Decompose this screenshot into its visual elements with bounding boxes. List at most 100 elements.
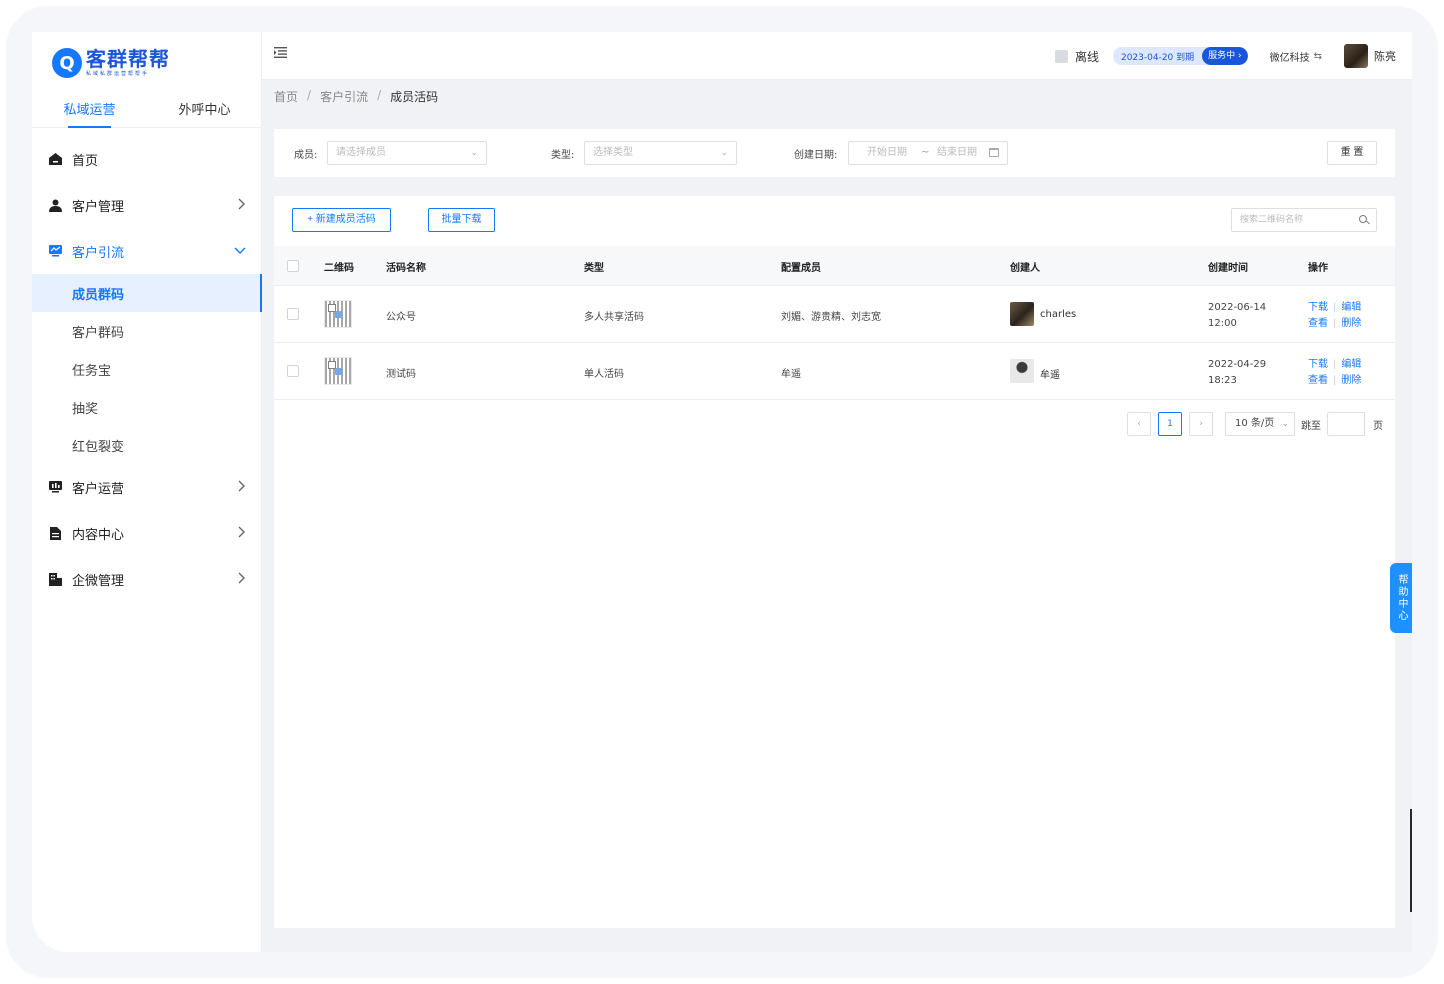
scrollbar[interactable] <box>1410 809 1412 912</box>
sidebar: Q 客群帮帮 私域私群运营帮帮手 私域运营 外呼中心 首页 客户管理 客户引流 … <box>32 32 262 952</box>
search-input[interactable] <box>1232 209 1352 231</box>
tab-outbound-center[interactable]: 外呼中心 <box>147 96 262 127</box>
user-name[interactable]: 陈亮 <box>1374 48 1396 64</box>
chevron-right-icon <box>238 572 246 587</box>
member-select[interactable]: 请选择成员 ⌄ <box>327 141 487 165</box>
menu-item-home[interactable]: 首页 <box>32 136 262 182</box>
download-link[interactable]: 下载 <box>1308 359 1328 370</box>
submenu-group-qr[interactable]: 客户群码 <box>32 312 262 350</box>
next-page-button[interactable]: › <box>1189 412 1213 436</box>
user-icon <box>48 198 62 212</box>
col-created-time: 创建时间 <box>1208 263 1248 274</box>
qr-code-thumbnail[interactable] <box>324 300 352 328</box>
creator-avatar <box>1010 359 1034 383</box>
breadcrumb-separator: / <box>377 88 382 102</box>
search-icon[interactable] <box>1359 215 1367 223</box>
switch-company-icon[interactable]: ⇆ <box>1314 51 1322 62</box>
menu-label: 首页 <box>72 153 99 169</box>
jump-page-input[interactable] <box>1327 412 1365 436</box>
type-filter-label: 类型: <box>551 150 575 161</box>
created-time: 18:23 <box>1208 375 1237 386</box>
module-tabs: 私域运营 外呼中心 <box>32 96 262 128</box>
edit-link[interactable]: 编辑 <box>1341 359 1361 370</box>
page-size-value: 10 条/页 <box>1235 418 1275 429</box>
prev-page-button[interactable]: ‹ <box>1127 412 1151 436</box>
submenu-red-packet[interactable]: 红包裂变 <box>32 426 262 464</box>
creator-name: 牟遥 <box>1040 370 1060 381</box>
row-checkbox[interactable] <box>287 308 299 320</box>
edit-link[interactable]: 编辑 <box>1341 302 1361 313</box>
qr-table-panel: + 新建成员活码 批量下载 二维码 活码名称 类型 配置成员 创建人 创建时间 … <box>274 196 1395 928</box>
member-select-placeholder: 请选择成员 <box>336 147 386 158</box>
building-icon <box>48 572 62 586</box>
pagination: ‹ 1 › 10 条/页 ⌄ 跳至 页 <box>1127 412 1383 436</box>
qr-type: 单人活码 <box>584 369 624 380</box>
download-link[interactable]: 下载 <box>1308 302 1328 313</box>
chevron-down-icon <box>234 244 246 258</box>
logo-subtitle: 私域私群运营帮帮手 <box>86 71 150 77</box>
breadcrumb: 首页 / 客户引流 / 成员活码 <box>274 88 438 105</box>
submenu-task-treasure[interactable]: 任务宝 <box>32 350 262 388</box>
online-status: 离线 <box>1074 49 1099 64</box>
submenu-member-qr[interactable]: 成员群码 <box>32 274 262 312</box>
view-link[interactable]: 查看 <box>1308 318 1328 329</box>
service-status-button[interactable]: 服务中 › <box>1202 47 1248 65</box>
chevron-down-icon: ⌄ <box>720 148 728 158</box>
qr-name: 测试码 <box>386 369 416 380</box>
chevron-right-icon <box>238 198 246 213</box>
menu-item-customer-operations[interactable]: 客户运营 <box>32 464 262 510</box>
col-creator: 创建人 <box>1010 263 1040 274</box>
table-row: 测试码 单人活码 牟遥 牟遥 2022-04-29 18:23 下载 | 编辑 查看… <box>274 343 1395 400</box>
company-name[interactable]: 微亿科技 <box>1270 49 1310 64</box>
jump-label: 跳至 <box>1301 420 1321 432</box>
type-select[interactable]: 选择类型 ⌄ <box>584 141 737 165</box>
view-link[interactable]: 查看 <box>1308 375 1328 386</box>
logo-title: 客群帮帮 <box>86 47 170 71</box>
qr-type: 多人共享活码 <box>584 312 644 323</box>
select-all-checkbox[interactable] <box>287 260 299 272</box>
col-qr: 二维码 <box>324 263 354 274</box>
menu-label: 客户引流 <box>72 245 125 261</box>
creator-name: charles <box>1040 309 1077 320</box>
batch-download-button[interactable]: 批量下载 <box>428 208 495 232</box>
breadcrumb-separator: / <box>307 88 312 102</box>
menu-item-customer-acquisition[interactable]: 客户引流 <box>32 228 262 274</box>
menu-label: 客户运营 <box>72 481 125 497</box>
reset-button[interactable]: 重 置 <box>1327 141 1377 165</box>
menu-item-customer-management[interactable]: 客户管理 <box>32 182 262 228</box>
delete-link[interactable]: 删除 <box>1341 318 1361 329</box>
menu-label: 企微管理 <box>72 573 125 589</box>
new-member-qr-button[interactable]: + 新建成员活码 <box>292 208 391 232</box>
menu-item-content-center[interactable]: 内容中心 <box>32 510 262 556</box>
menu-toggle-icon[interactable] <box>274 46 287 62</box>
row-actions: 下载 | 编辑 查看 | 删除 <box>1308 302 1362 329</box>
menu-item-wecom-management[interactable]: 企微管理 <box>32 556 262 602</box>
user-avatar[interactable] <box>1344 44 1368 68</box>
document-icon <box>48 526 62 540</box>
table-header: 二维码 活码名称 类型 配置成员 创建人 创建时间 操作 <box>274 246 1395 286</box>
breadcrumb-customer-acquisition[interactable]: 客户引流 <box>320 88 368 105</box>
help-center-tab[interactable]: 帮助中心 <box>1390 563 1412 633</box>
col-actions: 操作 <box>1308 263 1328 274</box>
filter-panel: 成员: 请选择成员 ⌄ 类型: 选择类型 ⌄ 创建日期: 开始日期 ~ 结束日期… <box>274 129 1395 177</box>
tab-private-ops[interactable]: 私域运营 <box>32 96 147 128</box>
breadcrumb-home[interactable]: 首页 <box>274 88 298 105</box>
end-date-placeholder: 结束日期 <box>937 147 977 158</box>
created-date: 2022-04-29 <box>1208 359 1267 370</box>
created-date: 2022-06-14 <box>1208 302 1267 313</box>
page-size-select[interactable]: 10 条/页 ⌄ <box>1225 412 1295 436</box>
date-range-picker[interactable]: 开始日期 ~ 结束日期 <box>848 141 1008 165</box>
table-row: 公众号 多人共享活码 刘媚、游贵精、刘志宽 charles 2022-06-14… <box>274 286 1395 343</box>
submenu-lottery[interactable]: 抽奖 <box>32 388 262 426</box>
type-select-placeholder: 选择类型 <box>593 147 633 158</box>
chevron-right-icon <box>238 526 246 541</box>
qr-code-thumbnail[interactable] <box>324 357 352 385</box>
delete-link[interactable]: 删除 <box>1341 375 1361 386</box>
col-members: 配置成员 <box>781 263 821 274</box>
top-header: 离线 2023-04-20 到期 服务中 › 微亿科技 ⇆ 陈亮 <box>262 32 1412 80</box>
creator-avatar <box>1010 302 1034 326</box>
monitor-icon <box>48 244 62 258</box>
row-checkbox[interactable] <box>287 365 299 377</box>
page-1-button[interactable]: 1 <box>1158 412 1182 436</box>
chart-icon <box>48 480 62 494</box>
